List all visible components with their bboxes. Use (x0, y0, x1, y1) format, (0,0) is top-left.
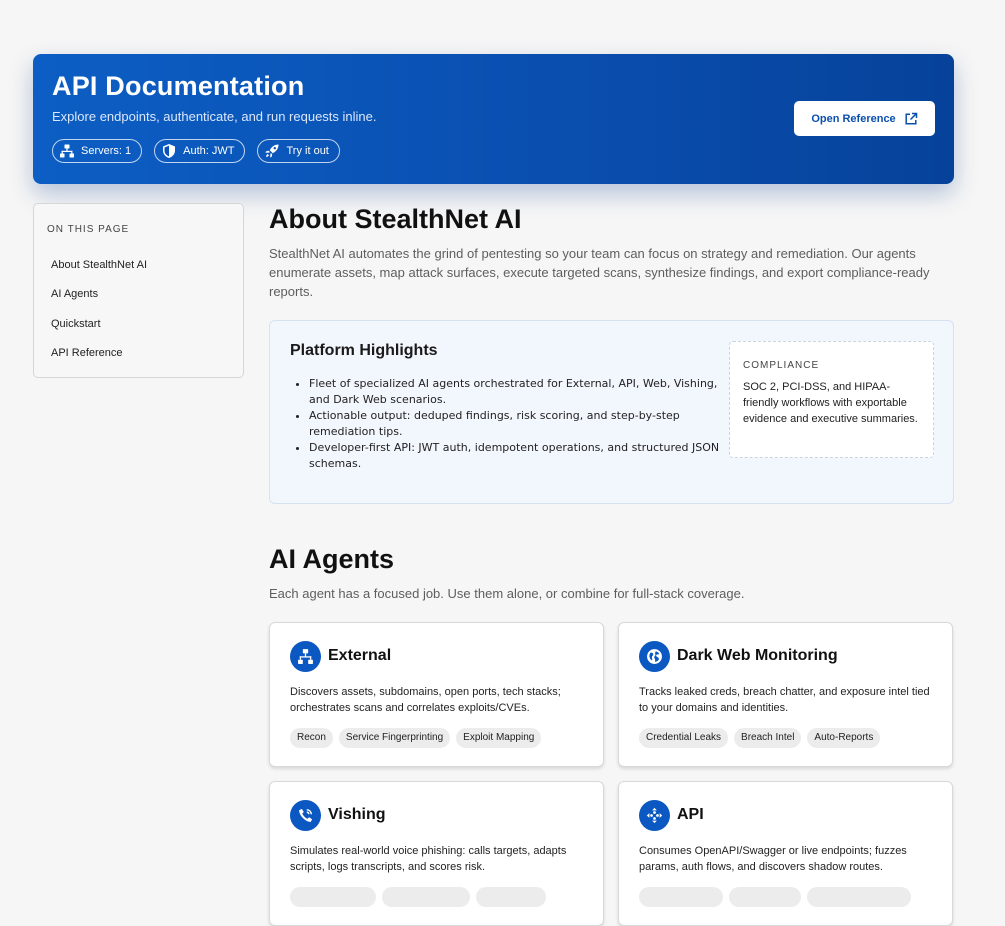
toc-item-quickstart[interactable]: Quickstart (51, 318, 101, 330)
agent-name: External (328, 647, 392, 664)
tag (639, 887, 723, 907)
agent-icon-badge (290, 641, 321, 672)
servers-pill[interactable]: Servers: 1 (52, 139, 143, 163)
agent-icon-badge (290, 800, 321, 831)
agent-description: Simulates real-world voice phishing: cal… (290, 845, 567, 873)
toc-item-api-reference[interactable]: API Reference (51, 347, 123, 359)
tag (807, 887, 911, 907)
highlight-item: Actionable output: deduped findings, ris… (309, 408, 729, 440)
globe-icon (647, 649, 662, 664)
agent-icon-badge (639, 800, 670, 831)
auth-pill[interactable]: Auth: JWT (154, 139, 246, 163)
agent-tags: Credential Leaks Breach Intel Auto-Repor… (639, 728, 881, 748)
sitemap-icon (60, 144, 74, 158)
servers-pill-label: Servers: 1 (81, 145, 132, 157)
toc-item-ai-agents[interactable]: AI Agents (51, 288, 98, 300)
toc-item-about[interactable]: About StealthNet AI (51, 259, 147, 271)
about-title: About StealthNet AI (269, 204, 522, 234)
ai-agents-lead: Each agent has a focused job. Use them a… (269, 586, 745, 601)
on-this-page-nav: ON THIS PAGE About StealthNet AI AI Agen… (33, 203, 244, 378)
try-it-out-pill[interactable]: Try it out (257, 139, 340, 163)
highlight-item: Developer-first API: JWT auth, idempoten… (309, 440, 729, 472)
rocket-icon (265, 144, 279, 158)
ai-agents-title: AI Agents (269, 544, 395, 574)
tag (382, 887, 470, 907)
header-pills: Servers: 1 Auth: JWT Try it out (52, 139, 340, 163)
auth-pill-label: Auth: JWT (183, 145, 235, 157)
open-reference-button[interactable]: Open Reference (794, 101, 935, 136)
phone-icon (299, 808, 313, 822)
compliance-body: SOC 2, PCI-DSS, and HIPAA-friendly workf… (743, 381, 918, 425)
tag-auto-reports: Auto-Reports (807, 728, 881, 748)
tag-credential-leaks: Credential Leaks (639, 728, 729, 748)
network-diamond-icon (646, 807, 663, 824)
agent-description: Consumes OpenAPI/Swagger or live endpoin… (639, 845, 907, 873)
tag-breach-intel: Breach Intel (734, 728, 802, 748)
shield-icon (163, 144, 176, 158)
tag-exploit-mapping: Exploit Mapping (456, 728, 542, 748)
platform-highlights: Platform Highlights Fleet of specialized… (269, 320, 954, 504)
platform-highlights-list: Fleet of specialized AI agents orchestra… (290, 376, 729, 472)
try-it-out-pill-label: Try it out (286, 145, 329, 157)
platform-highlights-title: Platform Highlights (290, 342, 438, 359)
agent-card-vishing[interactable]: Vishing Simulates real-world voice phish… (269, 781, 604, 926)
agent-card-external[interactable]: External Discovers assets, subdomains, o… (269, 622, 604, 767)
agent-description: Tracks leaked creds, breach chatter, and… (639, 686, 930, 714)
agent-tags: Recon Service Fingerprinting Exploit Map… (290, 728, 542, 748)
about-lead: StealthNet AI automates the grind of pen… (269, 246, 930, 299)
agent-name: Vishing (328, 806, 386, 823)
page-subtitle: Explore endpoints, authenticate, and run… (52, 109, 377, 124)
agent-description: Discovers assets, subdomains, open ports… (290, 686, 561, 714)
compliance-box: COMPLIANCE SOC 2, PCI-DSS, and HIPAA-fri… (729, 341, 934, 458)
external-link-icon (905, 112, 917, 125)
compliance-title: COMPLIANCE (743, 360, 820, 371)
tag (729, 887, 801, 907)
agent-card-dark-web-monitoring[interactable]: Dark Web Monitoring Tracks leaked creds,… (618, 622, 953, 767)
agent-icon-badge (639, 641, 670, 672)
agent-name: API (677, 806, 704, 823)
page-title: API Documentation (52, 71, 305, 101)
agent-card-api[interactable]: API Consumes OpenAPI/Swagger or live end… (618, 781, 953, 926)
tag-recon: Recon (290, 728, 333, 748)
sitemap-icon (298, 649, 313, 664)
tag (476, 887, 546, 907)
toc-title: ON THIS PAGE (47, 224, 130, 235)
tag-service-fingerprinting: Service Fingerprinting (338, 728, 451, 748)
highlight-item: Fleet of specialized AI agents orchestra… (309, 376, 729, 408)
api-docs-header: API Documentation Explore endpoints, aut… (33, 54, 954, 184)
open-reference-label: Open Reference (811, 112, 896, 125)
tag (290, 887, 376, 907)
agent-tags (290, 887, 546, 907)
agent-name: Dark Web Monitoring (677, 647, 838, 664)
agent-tags (639, 887, 911, 907)
